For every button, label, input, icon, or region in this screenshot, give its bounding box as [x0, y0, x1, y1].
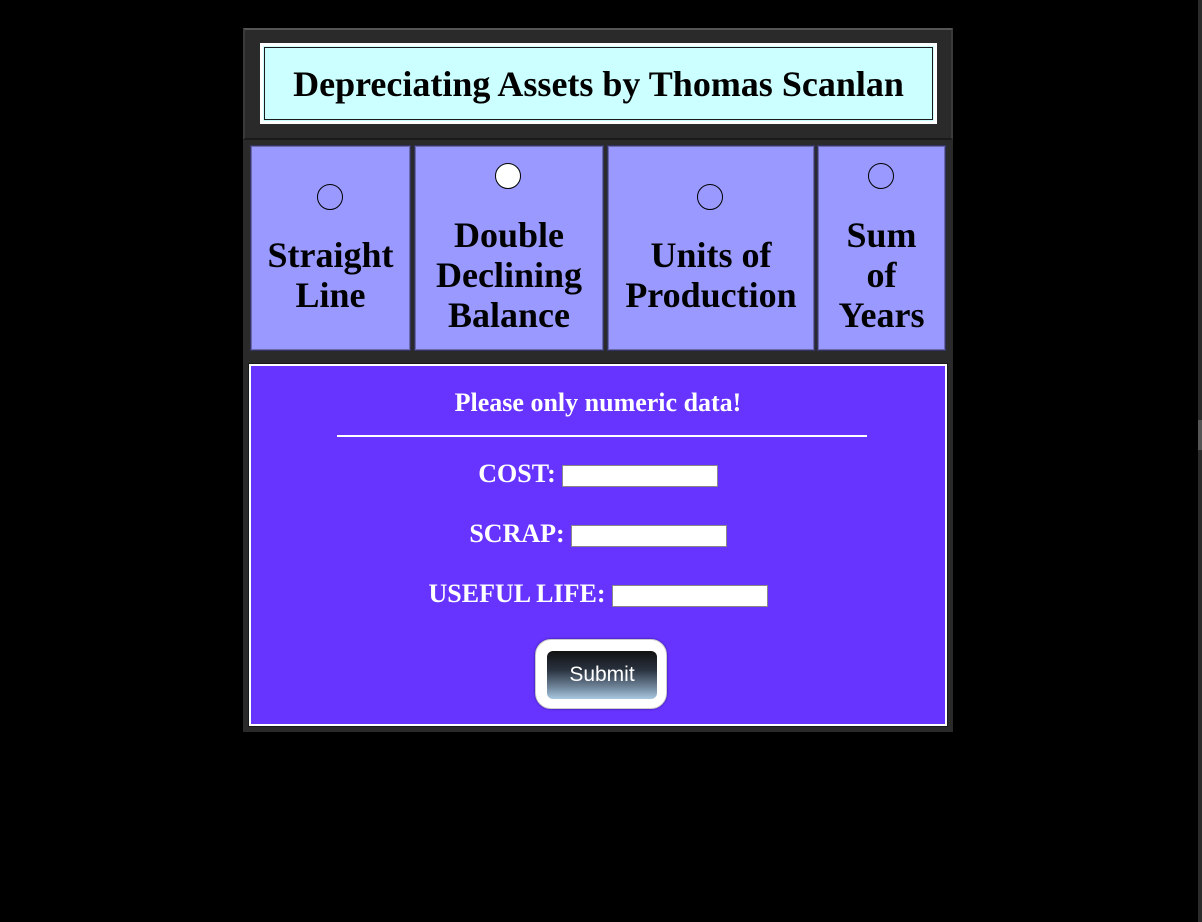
option-units-of-production[interactable]: Units of Production — [607, 145, 815, 351]
submit-button-frame: Submit — [535, 639, 667, 709]
scrap-label: SCRAP: — [469, 519, 565, 548]
option-double-declining-balance[interactable]: Double Declining Balance — [414, 145, 604, 351]
scrollbar-thumb[interactable] — [1198, 420, 1202, 450]
useful-life-label: USEFUL LIFE: — [428, 579, 606, 608]
header-frame: Depreciating Assets by Thomas Scanlan — [243, 28, 953, 140]
radio-sum-of-years[interactable] — [868, 163, 894, 189]
page-title: Depreciating Assets by Thomas Scanlan — [293, 63, 904, 104]
radio-straight-line[interactable] — [317, 184, 343, 210]
header-panel: Depreciating Assets by Thomas Scanlan — [260, 43, 937, 124]
divider — [337, 435, 867, 437]
option-sum-of-years[interactable]: Sum of Years — [817, 145, 946, 351]
form-panel: Please only numeric data! COST: SCRAP: U… — [248, 363, 948, 727]
numeric-notice: Please only numeric data! — [454, 388, 742, 417]
option-label-sum-of-years[interactable]: Sum of Years — [818, 215, 945, 335]
option-straight-line[interactable]: Straight Line — [250, 145, 411, 351]
option-label-units-of-production[interactable]: Units of Production — [608, 235, 814, 315]
cost-row: COST: — [251, 459, 945, 489]
submit-button[interactable]: Submit — [547, 651, 657, 699]
option-label-double-declining-balance[interactable]: Double Declining Balance — [415, 215, 603, 335]
option-label-straight-line[interactable]: Straight Line — [251, 235, 410, 315]
form-frame: Please only numeric data! COST: SCRAP: U… — [243, 358, 953, 732]
method-options: Straight Line Double Declining Balance U… — [243, 140, 953, 358]
scrap-input[interactable] — [570, 525, 727, 547]
scrap-row: SCRAP: — [251, 519, 945, 549]
useful-life-row: USEFUL LIFE: — [251, 579, 945, 609]
scrollbar-track[interactable] — [1198, 0, 1202, 922]
useful-life-input[interactable] — [611, 585, 768, 607]
radio-double-declining-balance[interactable] — [495, 163, 521, 189]
cost-label: COST: — [478, 459, 556, 488]
radio-units-of-production[interactable] — [697, 184, 723, 210]
cost-input[interactable] — [561, 465, 718, 487]
